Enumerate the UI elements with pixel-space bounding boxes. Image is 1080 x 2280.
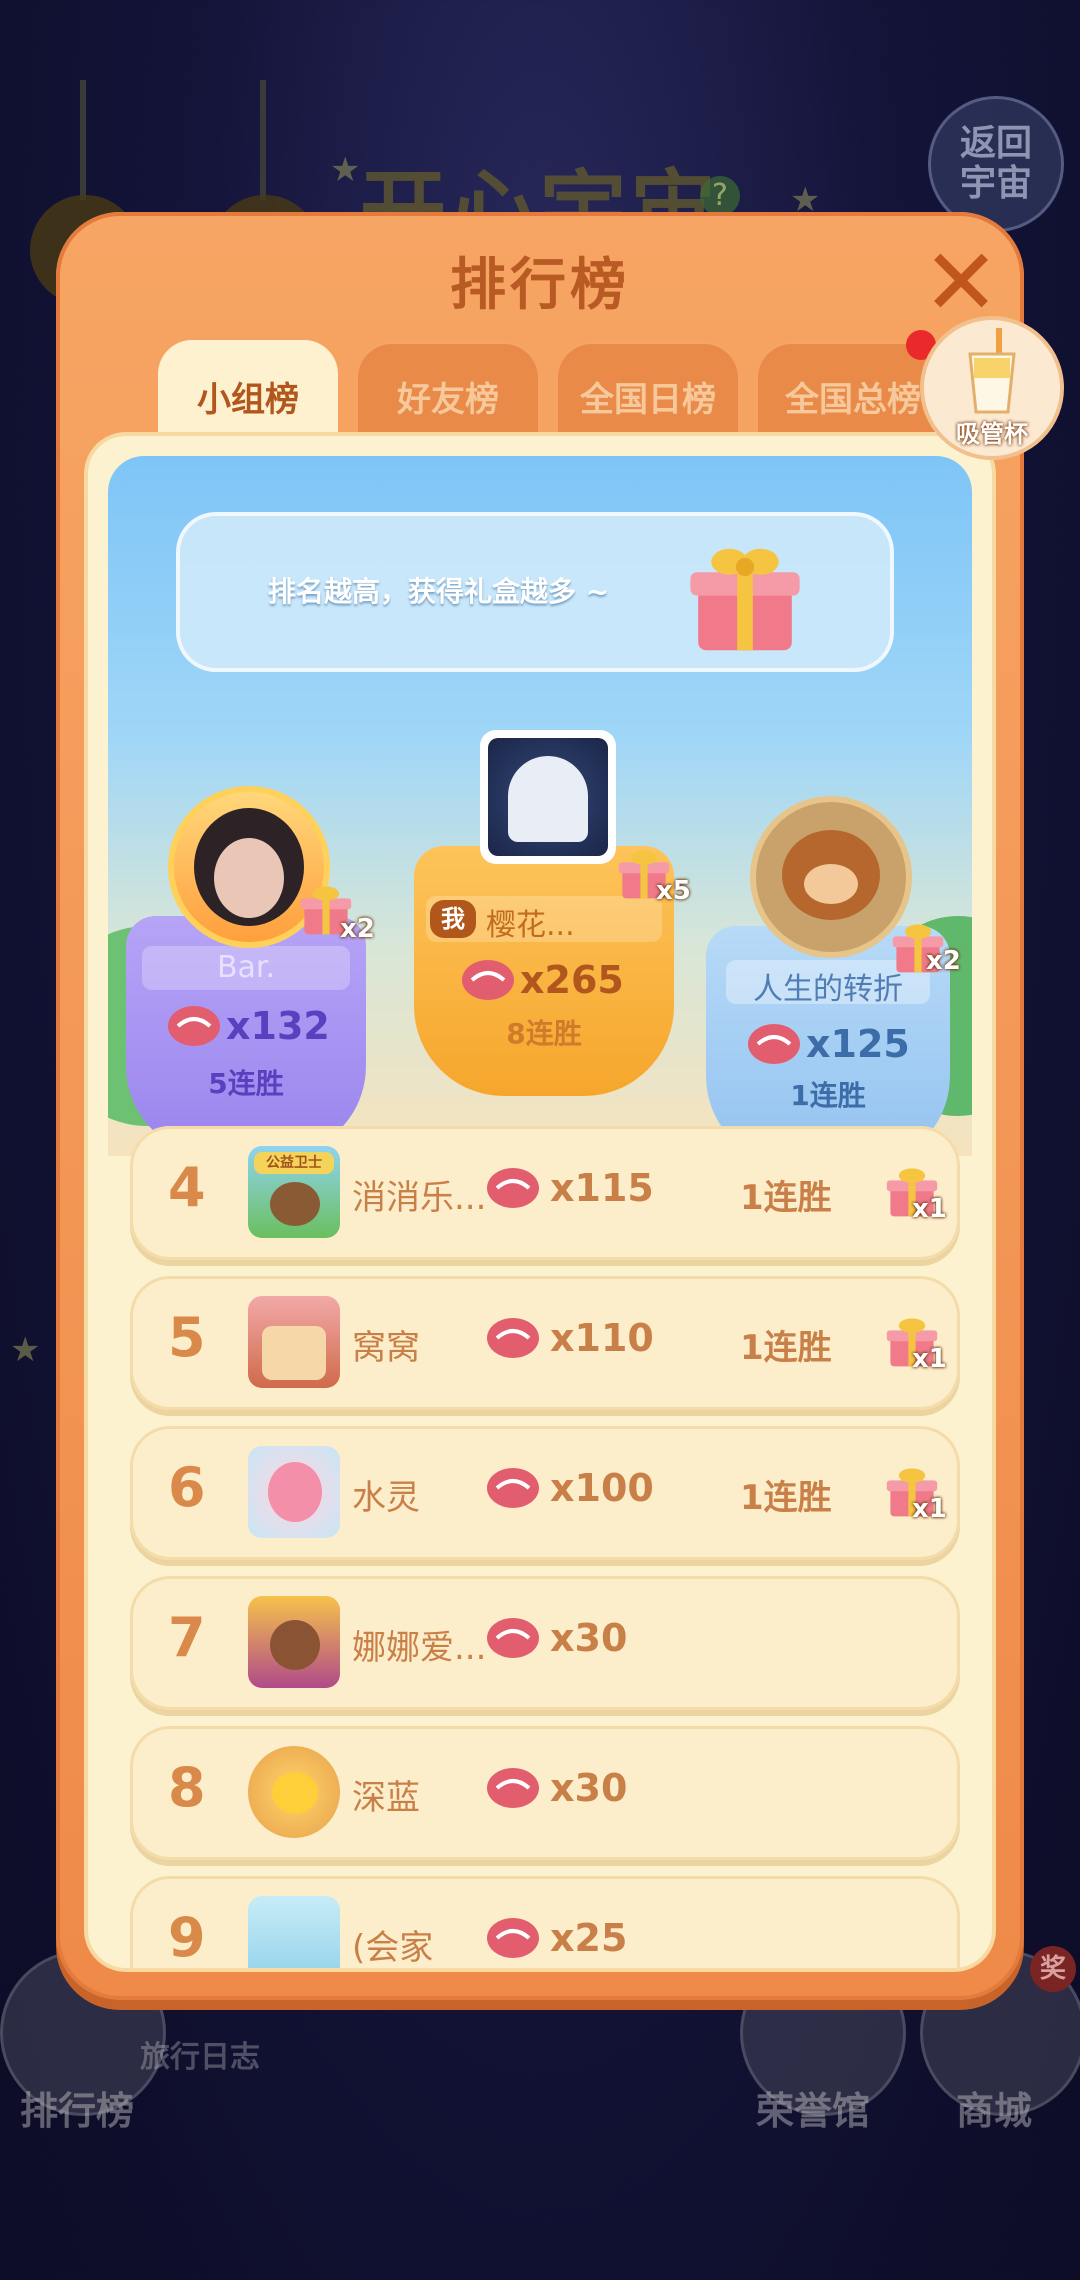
meat-icon — [487, 1618, 539, 1658]
podium-count: x125 — [806, 1022, 910, 1066]
player-name: 深蓝 — [352, 1778, 420, 1818]
player-name: 娜娜爱... — [352, 1628, 487, 1668]
podium-banner: 排名越高，获得礼盒越多 ~ Bar. x132 5连胜 x2 我 樱花... x… — [108, 456, 972, 1156]
meat-count: x110 — [550, 1316, 654, 1360]
tip-bar: 排名越高，获得礼盒越多 ~ — [176, 512, 894, 672]
meat-count: x30 — [550, 1766, 628, 1810]
rank-nav-label: 排行榜 — [20, 2089, 135, 2133]
podium-name: Bar. — [216, 950, 276, 985]
rank-number: 7 — [168, 1606, 206, 1669]
rank-number: 5 — [168, 1306, 206, 1369]
meat-count: x115 — [550, 1166, 654, 1210]
player-name: 消消乐... — [352, 1178, 487, 1218]
table-row[interactable]: 8 深蓝 x30 — [130, 1726, 960, 1860]
player-name: 水灵 — [352, 1478, 420, 1518]
gift-multiplier: x1 — [912, 1344, 947, 1374]
modal-title: 排行榜 — [450, 253, 630, 318]
help-icon[interactable]: ? — [700, 176, 740, 216]
podium-count: x265 — [520, 958, 624, 1002]
straw-cup-button[interactable]: 吸管杯 — [920, 316, 1064, 460]
table-row[interactable]: 9 (会家 x25 — [130, 1876, 960, 1969]
rank-number: 6 — [168, 1456, 206, 1519]
player-name: (会家 — [352, 1928, 434, 1968]
avatar[interactable] — [480, 730, 616, 864]
gift-multiplier: x2 — [926, 946, 961, 976]
gift-multiplier: x2 — [340, 914, 375, 944]
meat-icon — [487, 1318, 539, 1358]
podium-streak: 8连胜 — [506, 1017, 582, 1050]
meat-icon — [462, 960, 514, 1000]
lantern-rope — [80, 80, 86, 200]
meat-count: x100 — [550, 1466, 654, 1510]
close-icon: ✕ — [922, 229, 1000, 336]
meat-icon — [487, 1168, 539, 1208]
me-tag: 我 — [430, 900, 476, 938]
podium-name: 樱花... — [486, 908, 575, 943]
avatar[interactable]: 公益卫士 — [248, 1146, 340, 1238]
shop-reward-badge: 奖 — [1030, 1946, 1076, 1992]
podium-streak: 1连胜 — [790, 1079, 866, 1112]
tip-text: 排名越高，获得礼盒越多 ~ — [268, 575, 610, 608]
meat-icon — [168, 1006, 220, 1046]
table-row[interactable]: 7 娜娜爱... x30 — [130, 1576, 960, 1710]
avatar[interactable] — [248, 1596, 340, 1688]
win-streak: 1连胜 — [740, 1478, 832, 1518]
meat-icon — [487, 1768, 539, 1808]
gift-multiplier: x1 — [912, 1194, 947, 1224]
avatar[interactable] — [248, 1446, 340, 1538]
table-row[interactable]: 6 水灵 x100 1连胜 x1 — [130, 1426, 960, 1560]
leaderboard-panel: 排名越高，获得礼盒越多 ~ Bar. x132 5连胜 x2 我 樱花... x… — [84, 432, 996, 1972]
rank-number: 4 — [168, 1156, 206, 1219]
close-button[interactable]: ✕ — [916, 229, 1006, 336]
gift-multiplier: x1 — [912, 1494, 947, 1524]
avatar[interactable] — [248, 1746, 340, 1838]
straw-cup-icon — [968, 328, 1016, 414]
shop-label: 商城 — [956, 2089, 1033, 2133]
rank-number: 9 — [168, 1906, 206, 1969]
straw-cup-label: 吸管杯 — [956, 420, 1028, 448]
win-streak: 1连胜 — [740, 1178, 832, 1218]
table-row[interactable]: 4 公益卫士 消消乐... x115 1连胜 x1 — [130, 1126, 960, 1260]
gift-multiplier: x5 — [656, 876, 691, 906]
meat-count: x25 — [550, 1916, 628, 1960]
meat-icon — [487, 1918, 539, 1958]
podium-count: x132 — [226, 1004, 330, 1048]
avatar[interactable] — [248, 1296, 340, 1388]
win-streak: 1连胜 — [740, 1328, 832, 1368]
meat-icon — [748, 1024, 800, 1064]
star-icon: ★ — [10, 1330, 41, 1370]
leaderboard-modal: 排行榜 ✕ 小组榜 好友榜 全国日榜 全国总榜 排名越高，获得礼盒越多 ~ Ba… — [56, 212, 1024, 2000]
podium-streak: 5连胜 — [208, 1067, 284, 1100]
player-name: 窝窝 — [352, 1328, 420, 1368]
star-icon: ★ — [330, 150, 361, 190]
avatar[interactable] — [248, 1896, 340, 1968]
meat-icon — [487, 1468, 539, 1508]
honor-hall-label: 荣誉馆 — [756, 2089, 871, 2133]
diary-nav-label[interactable]: 旅行日志 — [140, 2032, 260, 2076]
meat-count: x30 — [550, 1616, 628, 1660]
podium-second: Bar. x132 5连胜 — [126, 916, 366, 1156]
rank-number: 8 — [168, 1756, 206, 1819]
lantern-rope — [260, 80, 266, 200]
gift-box-icon — [690, 548, 800, 651]
table-row[interactable]: 5 窝窝 x110 1连胜 x1 — [130, 1276, 960, 1410]
